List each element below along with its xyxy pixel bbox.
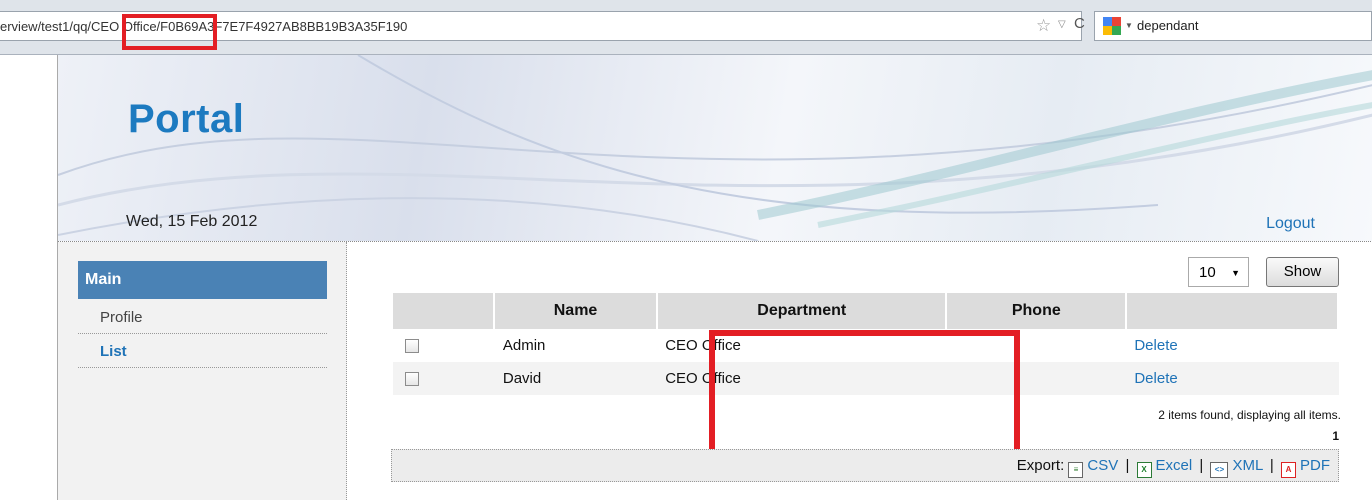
table-header-row: Name Department Phone	[393, 293, 1339, 329]
csv-file-icon[interactable]: ≡	[1068, 462, 1084, 478]
search-engine-dropdown-icon[interactable]: ▼	[1125, 21, 1133, 30]
excel-file-icon[interactable]: X	[1136, 462, 1152, 478]
site-header: Portal Wed, 15 Feb 2012 Logout	[58, 55, 1372, 241]
sidebar-heading: Main	[78, 261, 327, 299]
page-size-select[interactable]: 10 ▼	[1188, 257, 1249, 287]
sidebar-item-list[interactable]: List	[78, 334, 327, 368]
row-checkbox[interactable]	[405, 372, 419, 387]
xml-file-icon[interactable]: <>	[1210, 462, 1229, 478]
web-page: Portal Wed, 15 Feb 2012 Logout Main Prof…	[0, 55, 1372, 500]
reload-icon[interactable]: C	[1074, 15, 1085, 32]
export-xml-link[interactable]: XML	[1232, 457, 1262, 474]
search-engine-icon[interactable]	[1103, 17, 1121, 35]
sidebar: Main Profile List	[58, 242, 347, 500]
row-checkbox[interactable]	[405, 339, 419, 354]
chevron-down-icon: ▼	[1231, 268, 1240, 278]
export-pdf-link[interactable]: PDF	[1300, 457, 1330, 474]
page-gutter	[0, 55, 57, 500]
export-label: Export:	[1016, 457, 1065, 474]
show-button[interactable]: Show	[1266, 257, 1339, 287]
separator: |	[1125, 457, 1130, 474]
page-body: Portal Wed, 15 Feb 2012 Logout Main Prof…	[57, 55, 1372, 500]
pdf-file-icon[interactable]: A	[1281, 462, 1296, 478]
separator: |	[1199, 457, 1204, 474]
search-box[interactable]: ▼ dependant	[1094, 11, 1372, 41]
column-header-actions	[1127, 293, 1339, 329]
column-header-name[interactable]: Name	[494, 293, 659, 329]
current-date: Wed, 15 Feb 2012	[126, 213, 258, 230]
dropdown-icon[interactable]: ▽	[1058, 19, 1066, 30]
column-header-select	[393, 293, 495, 329]
site-logo: Portal	[128, 97, 245, 141]
delete-link[interactable]: Delete	[1134, 370, 1177, 387]
cell-name: David	[494, 362, 659, 395]
main-content: 10 ▼ Show Name Department Phone Admin CE…	[347, 242, 1372, 500]
export-bar: Export: ≡ CSV | X Excel | <> XML | A PDF	[391, 449, 1339, 482]
url-highlight-box	[122, 14, 217, 50]
export-excel-link[interactable]: Excel	[1156, 457, 1193, 474]
sidebar-item-profile[interactable]: Profile	[78, 300, 327, 334]
column-header-department[interactable]: Department	[658, 293, 948, 329]
page-size-value: 10	[1199, 264, 1216, 281]
star-icon[interactable]: ☆	[1036, 16, 1051, 36]
export-options: Export: ≡ CSV | X Excel | <> XML | A PDF	[1017, 457, 1330, 478]
search-input[interactable]: dependant	[1137, 18, 1198, 33]
logout-link[interactable]: Logout	[1266, 215, 1315, 233]
separator: |	[1269, 457, 1274, 474]
delete-link[interactable]: Delete	[1134, 337, 1177, 354]
pagination-page-1[interactable]: 1	[1332, 429, 1339, 443]
column-header-phone[interactable]: Phone	[947, 293, 1128, 329]
cell-name: Admin	[502, 337, 546, 354]
export-csv-link[interactable]: CSV	[1087, 457, 1118, 474]
result-count: 2 items found, displaying all items.	[1158, 408, 1341, 422]
